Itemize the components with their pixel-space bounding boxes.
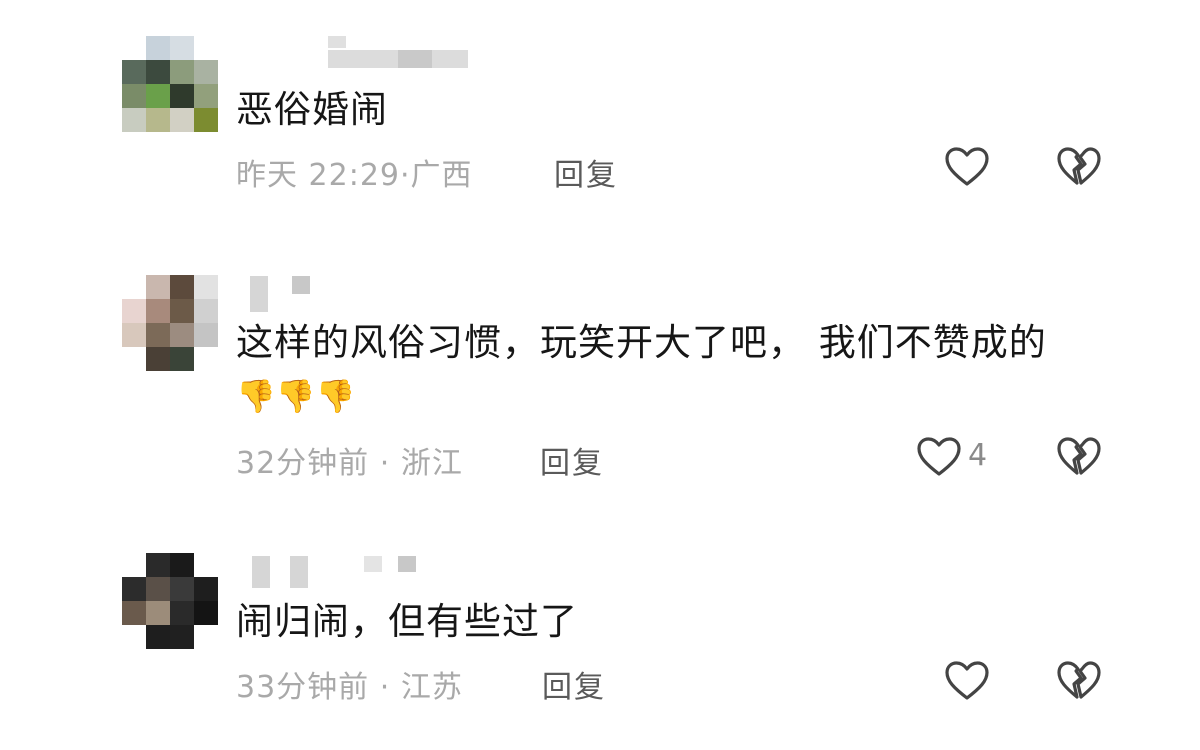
comment-location: 广西 — [410, 158, 473, 193]
comment-meta: 33分钟前 · 江苏 — [236, 662, 463, 706]
comment-text-body: 这样的风俗习惯，玩笑开大了吧， 我们不赞成的 — [236, 321, 1047, 364]
reply-button[interactable]: 回复 — [554, 150, 618, 194]
heart-icon — [917, 437, 961, 476]
dislike-button[interactable] — [1056, 660, 1102, 702]
like-button[interactable] — [944, 146, 990, 188]
meta-separator: · — [379, 446, 391, 481]
comment-location: 江苏 — [400, 670, 463, 705]
comment-meta: 昨天 22:29·广西 — [236, 150, 473, 194]
meta-separator: · — [400, 158, 411, 193]
comment-time: 33分钟前 — [236, 670, 370, 705]
comment-text: 闹归闹，但有些过了 — [236, 600, 578, 643]
meta-separator: · — [379, 670, 391, 705]
like-button[interactable] — [944, 660, 990, 702]
username-blurred[interactable] — [238, 276, 478, 312]
avatar[interactable] — [122, 36, 218, 132]
comment-time: 32分钟前 — [236, 446, 370, 481]
like-button[interactable] — [916, 436, 962, 478]
comment-text: 这样的风俗习惯，玩笑开大了吧， 我们不赞成的 👎👎👎 — [236, 318, 1106, 421]
broken-heart-icon — [1057, 147, 1101, 185]
heart-icon — [945, 661, 989, 700]
comment-text: 恶俗婚闹 — [236, 88, 388, 131]
dislike-button[interactable] — [1056, 146, 1102, 188]
thumbs-down-emoji: 👎👎👎 — [236, 377, 356, 415]
username-blurred[interactable] — [238, 556, 478, 592]
dislike-button[interactable] — [1056, 436, 1102, 478]
comment-meta: 32分钟前 · 浙江 — [236, 438, 463, 482]
comment-location: 浙江 — [400, 446, 463, 481]
comment-time: 昨天 22:29 — [236, 158, 400, 193]
avatar[interactable] — [122, 275, 218, 371]
reply-button[interactable]: 回复 — [542, 662, 606, 706]
username-blurred[interactable] — [238, 36, 478, 72]
broken-heart-icon — [1057, 661, 1101, 699]
reply-button[interactable]: 回复 — [540, 438, 604, 482]
avatar[interactable] — [122, 553, 218, 649]
heart-icon — [945, 147, 989, 186]
broken-heart-icon — [1057, 437, 1101, 475]
like-count: 4 — [968, 438, 988, 473]
